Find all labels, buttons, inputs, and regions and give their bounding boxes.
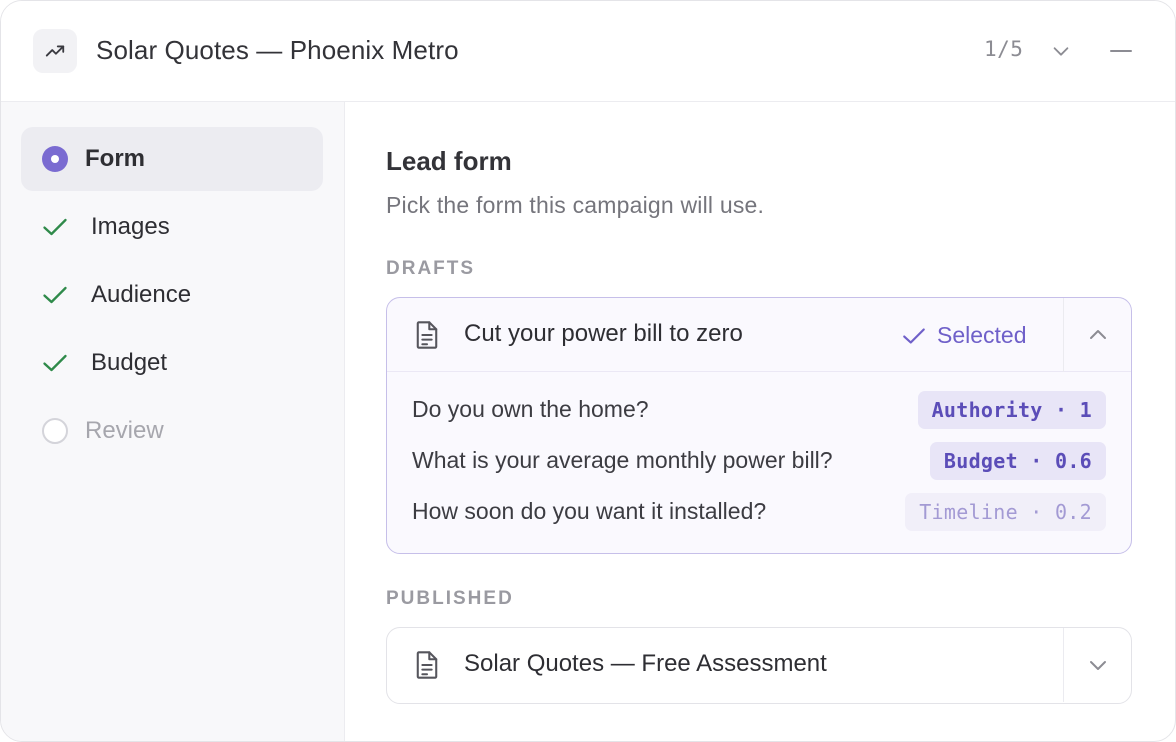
step-review[interactable]: Review	[21, 399, 323, 463]
question-text: Do you own the home?	[412, 396, 649, 422]
header: Solar Quotes — Phoenix Metro 1/5	[1, 1, 1175, 102]
question-row: Do you own the home? Authority · 1	[387, 384, 1131, 435]
step-budget[interactable]: Budget	[21, 331, 323, 395]
draft-form-card[interactable]: Cut your power bill to zero Selected Do …	[386, 297, 1132, 554]
qualifier-badge: Authority · 1	[917, 391, 1106, 429]
step-form[interactable]: Form	[21, 127, 323, 191]
form-name: Cut your power bill to zero	[464, 320, 743, 347]
published-form-card[interactable]: Solar Quotes — Free Assessment	[386, 627, 1132, 704]
document-icon	[413, 650, 441, 680]
step-counter: 1/5	[984, 37, 1024, 61]
qualifier-badge: Budget · 0.6	[929, 442, 1106, 480]
minimize-icon[interactable]	[1103, 33, 1139, 69]
question-text: How soon do you want it installed?	[412, 498, 767, 524]
collapse-button[interactable]	[1063, 298, 1131, 372]
expand-button[interactable]	[1063, 628, 1131, 702]
drafts-label: DRAFTS	[386, 258, 476, 279]
section-title: Lead form	[386, 146, 512, 176]
selected-label: Selected	[937, 322, 1027, 348]
question-row: What is your average monthly power bill?…	[387, 435, 1131, 486]
step-label: Review	[85, 417, 164, 444]
qualifier-badge: Timeline · 0.2	[905, 493, 1106, 531]
steps-sidebar: Form Images Audience Budget Review	[1, 102, 345, 741]
campaign-window: Solar Quotes — Phoenix Metro 1/5 Form Im…	[0, 0, 1176, 742]
radio-active-icon	[41, 145, 69, 173]
chevron-down-icon	[1089, 661, 1106, 670]
step-label: Images	[91, 213, 170, 240]
trending-up-icon	[33, 29, 77, 73]
radio-empty-icon	[41, 417, 69, 445]
document-icon	[413, 320, 441, 350]
section-subtitle: Pick the form this campaign will use.	[386, 192, 765, 218]
chevron-down-icon[interactable]	[1043, 33, 1079, 69]
selected-indicator: Selected	[901, 322, 1027, 349]
step-images[interactable]: Images	[21, 195, 323, 259]
card-header[interactable]: Cut your power bill to zero Selected	[387, 298, 1131, 372]
step-label: Audience	[91, 281, 192, 308]
check-icon	[41, 349, 69, 377]
step-label: Budget	[91, 349, 168, 376]
published-label: PUBLISHED	[386, 588, 514, 609]
chevron-up-icon	[1089, 330, 1106, 339]
main-panel: Lead form Pick the form this campaign wi…	[346, 102, 1175, 741]
question-text: What is your average monthly power bill?	[412, 447, 833, 473]
step-audience[interactable]: Audience	[21, 263, 323, 327]
card-header[interactable]: Solar Quotes — Free Assessment	[387, 628, 1131, 702]
check-icon	[41, 213, 69, 241]
form-name: Solar Quotes — Free Assessment	[464, 650, 827, 677]
question-row: How soon do you want it installed? Timel…	[387, 486, 1131, 537]
page-title: Solar Quotes — Phoenix Metro	[96, 35, 459, 65]
step-label: Form	[85, 145, 145, 172]
check-icon	[41, 281, 69, 309]
check-icon	[903, 327, 925, 344]
